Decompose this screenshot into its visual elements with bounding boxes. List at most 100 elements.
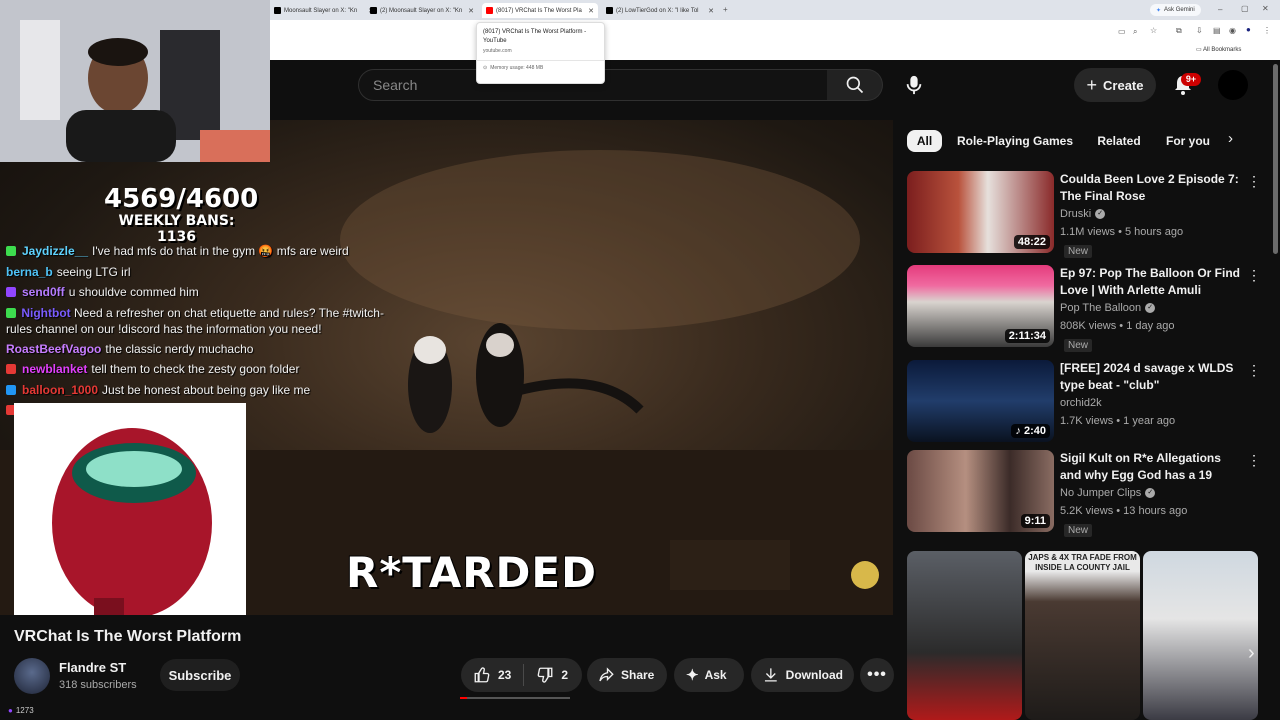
browser-tab[interactable]: Moonsault Slayer on X: "Kn ✕: [270, 3, 378, 18]
new-badge: New: [1064, 245, 1093, 258]
all-bookmarks[interactable]: ▭ All Bookmarks: [1196, 46, 1241, 53]
chip-for-you[interactable]: For you: [1162, 130, 1214, 152]
close-window-button[interactable]: ✕: [1262, 4, 1269, 13]
maximize-button[interactable]: ▢: [1241, 4, 1249, 13]
download-button[interactable]: Download: [751, 658, 854, 692]
search-icon: [846, 76, 863, 94]
browser-tab[interactable]: (2) Moonsault Slayer on X: "Kn ✕: [366, 3, 478, 18]
voice-search-button[interactable]: [896, 67, 932, 103]
video-progress-bar[interactable]: [460, 697, 570, 699]
dislike-button[interactable]: 2: [524, 658, 580, 692]
video-thumbnail[interactable]: 9:11: [907, 450, 1054, 532]
browser-tab-active[interactable]: (8017) VRChat Is The Worst Pla ✕: [482, 3, 598, 18]
shorts-thumbnail[interactable]: [907, 551, 1022, 720]
search-button[interactable]: [827, 69, 883, 101]
close-tab-icon[interactable]: ✕: [588, 7, 594, 15]
zoom-icon[interactable]: ⌕: [1133, 27, 1137, 37]
subscriber-count: 318 subscribers: [59, 679, 137, 691]
bookmark-star-icon[interactable]: ☆: [1150, 26, 1157, 35]
recommendation-meta: 808K views • 1 day ago: [1060, 320, 1175, 332]
tooltip-domain: youtube.com: [483, 48, 512, 54]
kebab-menu-icon[interactable]: ⋮: [1247, 173, 1261, 190]
new-badge: New: [1064, 339, 1093, 352]
recommendation-title[interactable]: [FREE] 2024 d savage x WLDS type beat - …: [1060, 360, 1244, 394]
chat-text: seeing LTG irl: [56, 264, 131, 279]
subscribe-button[interactable]: Subscribe: [160, 659, 240, 691]
avatar[interactable]: [1218, 70, 1248, 100]
extension-icon[interactable]: ▭: [1118, 27, 1126, 36]
memory-icon: ⊙: [483, 65, 488, 71]
verified-icon: ✓: [1145, 488, 1156, 498]
video-caption: R*TARDED: [346, 548, 597, 597]
recommendation-title[interactable]: Ep 97: Pop The Balloon Or Find Love | Wi…: [1060, 265, 1244, 299]
recommendation-title[interactable]: Sigil Kult on R*e Allegations and why Eg…: [1060, 450, 1244, 486]
recommendation-item[interactable]: 2:11:34 Ep 97: Pop The Balloon Or Find L…: [907, 265, 1262, 352]
recommendation-channel[interactable]: Pop The Balloon ✓: [1060, 302, 1156, 314]
tab-title: (8017) VRChat Is The Worst Pla: [496, 7, 582, 14]
new-tab-button[interactable]: +: [723, 5, 728, 14]
recommendation-item[interactable]: 9:11 Sigil Kult on R*e Allegations and w…: [907, 450, 1262, 537]
video-thumbnail[interactable]: ♪ 2:40: [907, 360, 1054, 442]
bookmarks-label: All Bookmarks: [1203, 47, 1242, 53]
download-icon[interactable]: ⇩: [1196, 26, 1203, 35]
verified-icon: ✓: [1145, 303, 1156, 313]
minimize-button[interactable]: –: [1218, 5, 1222, 14]
chip-related[interactable]: Related: [1091, 130, 1147, 152]
chevron-right-icon[interactable]: ›: [1228, 130, 1233, 147]
sparkle-icon: ✦: [686, 667, 699, 684]
recommendation-item[interactable]: 48:22 Coulda Been Love 2 Episode 7: The …: [907, 171, 1262, 258]
chip-role-playing-games[interactable]: Role-Playing Games: [953, 130, 1077, 152]
share-button[interactable]: Share: [587, 658, 667, 692]
shorts-thumbnail[interactable]: [1143, 551, 1258, 720]
shorts-thumbnail[interactable]: JAPS & 4X TRA FADE FROM INSIDE LA COUNTY…: [1025, 551, 1140, 720]
account-avatar-icon[interactable]: ●: [1246, 25, 1251, 34]
tab-hover-tooltip: (8017) VRChat Is The Worst Platform - Yo…: [476, 22, 605, 84]
youtube-icon: [486, 7, 493, 14]
more-actions-button[interactable]: •••: [860, 658, 894, 692]
close-tab-icon[interactable]: ✕: [708, 7, 714, 15]
recommendation-channel[interactable]: No Jumper Clips ✓: [1060, 487, 1156, 499]
menu-kebab-icon[interactable]: ⋮: [1263, 26, 1271, 35]
recommendation-title[interactable]: Coulda Been Love 2 Episode 7: The Final …: [1060, 171, 1244, 205]
ask-gemini-button[interactable]: ✦ Ask Gemini: [1150, 4, 1201, 16]
chat-overlay: Jaydizzle__ I've had mfs do that in the …: [6, 241, 406, 421]
tooltip-divider: [477, 60, 604, 61]
dislike-count: 2: [561, 668, 569, 682]
new-badge: New: [1064, 524, 1093, 537]
recommendation-channel[interactable]: Druski ✓: [1060, 208, 1106, 220]
chat-text: tell them to check the zesty goon folder: [91, 362, 300, 376]
share-icon: [599, 667, 614, 682]
create-button[interactable]: + Create: [1074, 68, 1156, 102]
profile-icon[interactable]: ◉: [1229, 26, 1236, 35]
chat-username: newblanket: [22, 362, 88, 376]
ban-count: 4569/4600: [104, 184, 259, 214]
shorts-next-icon[interactable]: ›: [1248, 642, 1255, 665]
x-logo-icon: [274, 7, 281, 14]
kebab-menu-icon[interactable]: ⋮: [1247, 362, 1261, 379]
ask-button[interactable]: ✦ Ask: [674, 658, 744, 692]
scrollbar-thumb[interactable]: [1273, 64, 1278, 254]
channel-avatar[interactable]: [14, 658, 50, 694]
chat-text: I've had mfs do that in the gym 🤬 mfs ar…: [92, 244, 349, 258]
channel-label: orchid2k: [1060, 397, 1102, 409]
verified-icon: ✓: [1095, 209, 1106, 219]
browser-tab[interactable]: (2) LowTierGod on X: "I like Tol ✕: [602, 3, 718, 18]
kebab-menu-icon[interactable]: ⋮: [1247, 452, 1261, 469]
video-thumbnail[interactable]: 2:11:34: [907, 265, 1054, 347]
chip-all[interactable]: All: [907, 130, 942, 152]
extensions-puzzle-icon[interactable]: ⧉: [1176, 26, 1182, 36]
sidebar-icon[interactable]: ▤: [1213, 26, 1221, 35]
download-icon: [764, 668, 777, 682]
video-thumbnail[interactable]: 48:22: [907, 171, 1054, 253]
channel-label: No Jumper Clips: [1060, 487, 1142, 499]
chat-badge-icon: [6, 287, 16, 297]
channel-name[interactable]: Flandre ST: [59, 660, 126, 675]
shorts-caption: JAPS & 4X TRA FADE FROM INSIDE LA COUNTY…: [1028, 553, 1137, 572]
close-tab-icon[interactable]: ✕: [468, 7, 474, 15]
recommendation-channel[interactable]: orchid2k: [1060, 397, 1102, 409]
recommendation-item[interactable]: ♪ 2:40 [FREE] 2024 d savage x WLDS type …: [907, 360, 1262, 444]
progress-fill: [460, 697, 467, 699]
chat-text: Just be honest about being gay like me: [102, 382, 311, 397]
kebab-menu-icon[interactable]: ⋮: [1247, 267, 1261, 284]
like-button[interactable]: 23: [461, 658, 523, 692]
